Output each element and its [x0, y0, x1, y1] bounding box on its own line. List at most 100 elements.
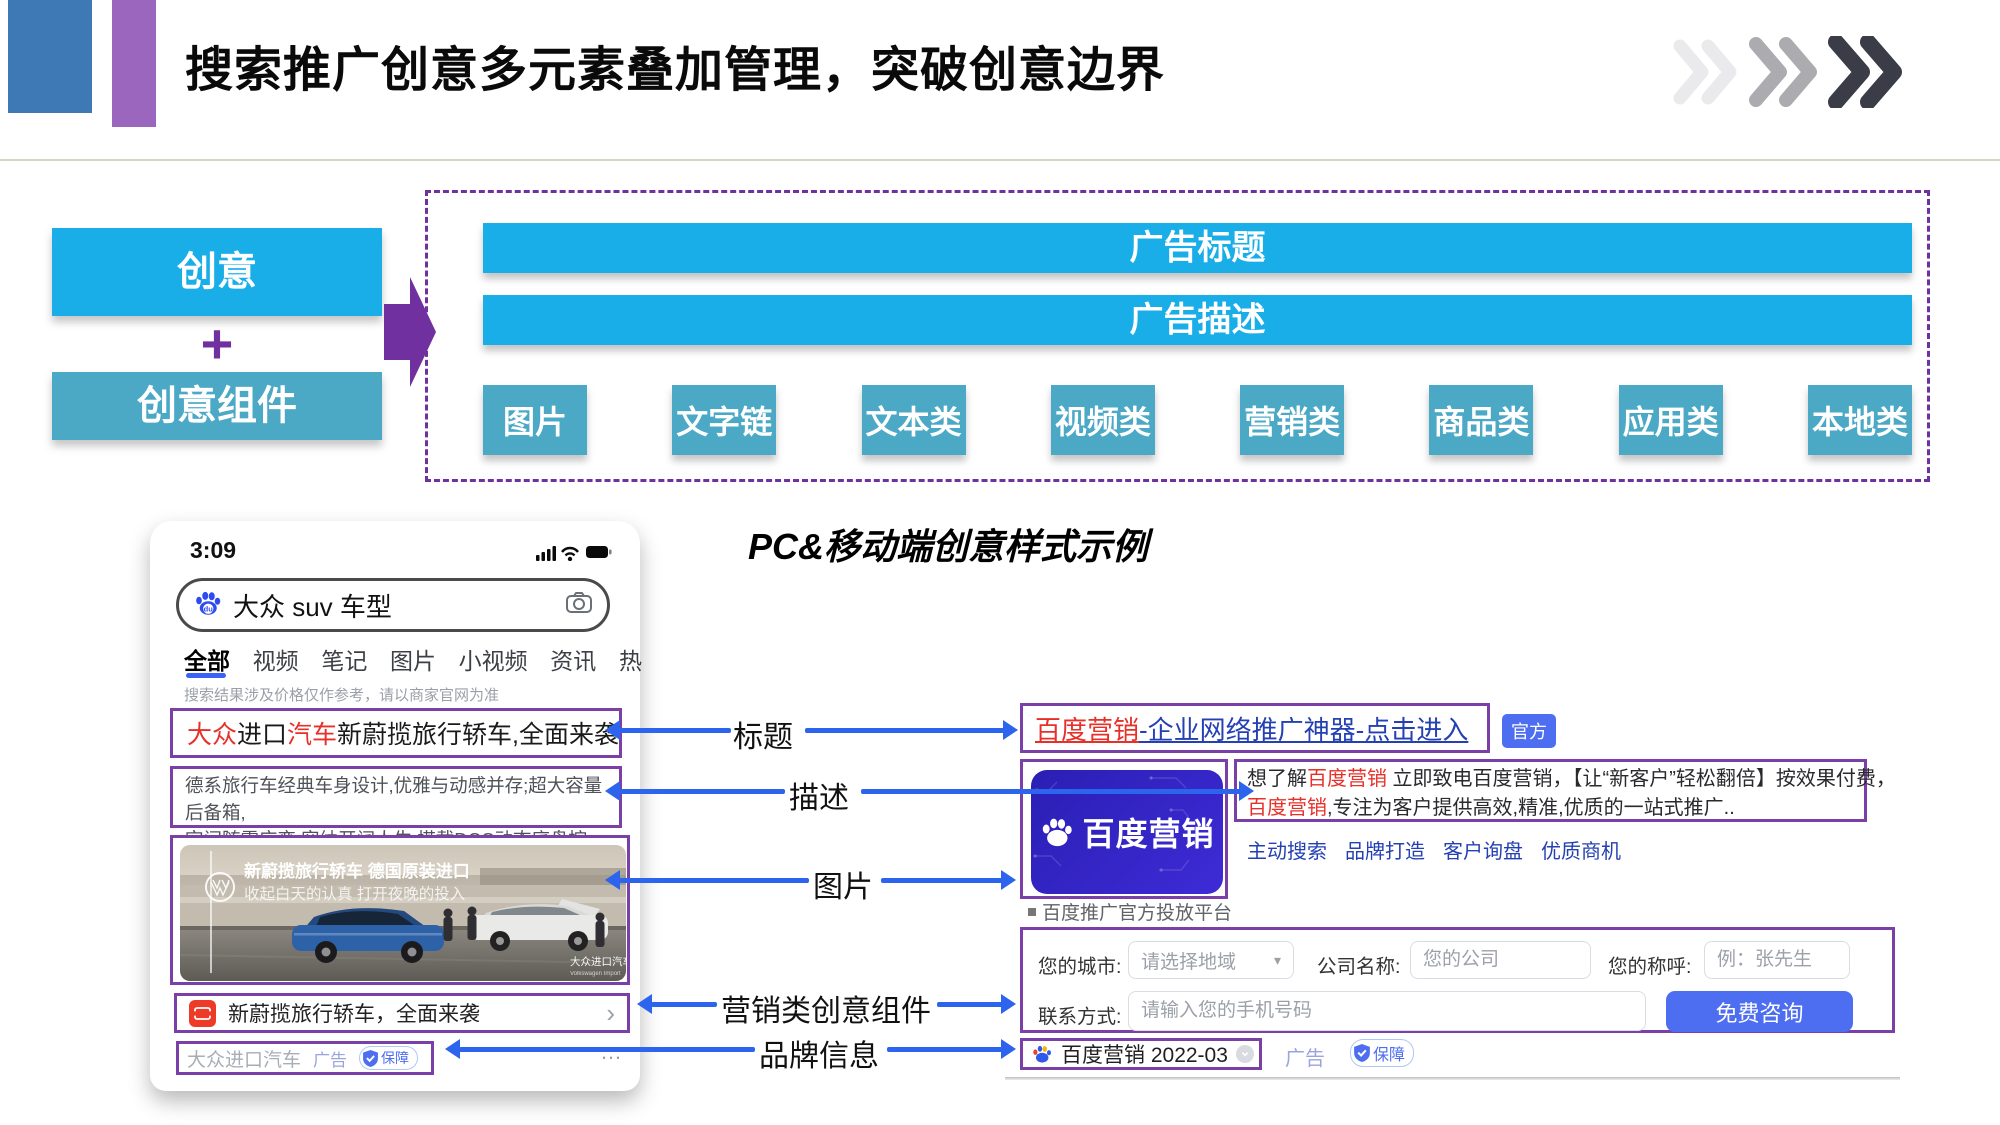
component-type-row: 图片 文字链 文本类 视频类 营销类 商品类 应用类 本地类	[483, 385, 1912, 455]
pc-consult-form: 您的城市: 请选择地域 ▾ 公司名称: 您的称呼: 联系方式: 免费咨询	[1020, 927, 1895, 1033]
arrow-line	[881, 878, 1003, 883]
arrowhead-right	[1001, 994, 1016, 1014]
ad-description-bar: 广告描述	[483, 295, 1912, 345]
official-badge: 官方	[1502, 714, 1556, 748]
title-text: 新蔚揽旅行轿车,全面来袭	[337, 715, 619, 751]
company-label: 公司名称:	[1317, 950, 1400, 979]
component-type-local: 本地类	[1808, 385, 1912, 455]
component-type-image: 图片	[483, 385, 587, 455]
keyword-highlight: 大众	[187, 715, 237, 751]
tab-notes[interactable]: 笔记	[321, 642, 367, 676]
battery-icon	[586, 546, 612, 558]
component-type-textlink: 文字链	[672, 385, 776, 455]
sublink-quality-leads[interactable]: 优质商机	[1541, 835, 1621, 864]
signal-icon	[536, 546, 556, 561]
annotation-description: 描述	[789, 773, 849, 817]
decoration-purple-bar	[112, 0, 156, 127]
mobile-mockup: 3:09	[150, 521, 640, 1091]
search-query[interactable]: 大众 suv 车型	[233, 587, 565, 624]
pc-mockup: 百度营销-企业网络推广神器-点击进入 官方	[1005, 695, 1900, 1081]
baidu-paw-icon	[1039, 814, 1075, 850]
baidu-paw-icon	[1031, 1043, 1053, 1065]
header-divider	[0, 159, 2000, 161]
wifi-icon	[562, 548, 578, 556]
active-tab-underline	[186, 673, 226, 678]
mobile-ad-title[interactable]: 大众进口汽车新蔚揽旅行轿车,全面来袭	[170, 708, 622, 758]
ad-title-bar: 广告标题	[483, 223, 1912, 273]
arrowhead-right	[1239, 781, 1254, 801]
tab-images[interactable]: 图片	[390, 642, 436, 676]
arrowhead-right	[1001, 1039, 1016, 1059]
pc-ad-image-box[interactable]: 百度营销	[1020, 759, 1228, 899]
arrow-line	[619, 728, 731, 733]
pc-title-link[interactable]: -企业网络推广神器-点击进入	[1139, 710, 1468, 747]
city-select-value: 请选择地域	[1141, 947, 1236, 974]
phone-input[interactable]	[1128, 991, 1646, 1031]
svg-text:收起白天的认真 打开夜晚的投入: 收起白天的认真 打开夜晚的投入	[244, 885, 465, 903]
sublink-customer-inquiry[interactable]: 客户询盘	[1443, 835, 1523, 864]
svg-text:du: du	[204, 604, 214, 613]
ad-tag: 广告	[1285, 1042, 1325, 1071]
sublink-active-search[interactable]: 主动搜索	[1247, 835, 1327, 864]
sublink-brand-building[interactable]: 品牌打造	[1345, 835, 1425, 864]
creative-elements-panel: 广告标题 广告描述 图片 文字链 文本类 视频类 营销类 商品类 应用类 本地类	[425, 190, 1930, 482]
arrowhead-left	[605, 720, 620, 740]
dropdown-circle-icon[interactable]	[1236, 1045, 1254, 1063]
forward-chevron-icon[interactable]: ›	[606, 1003, 615, 1023]
triple-chevron-icon	[1672, 36, 1904, 113]
svg-text:Volkswagen Import: Volkswagen Import	[570, 971, 621, 977]
tab-hot[interactable]: 热	[619, 642, 642, 676]
search-input[interactable]: du 大众 suv 车型	[176, 578, 610, 632]
name-label: 您的称呼:	[1608, 950, 1691, 979]
car-ad-image: 新蔚揽旅行轿车 德国原装进口 收起白天的认真 打开夜晚的投入	[180, 845, 626, 981]
component-type-marketing: 营销类	[1240, 385, 1344, 455]
free-consult-button[interactable]: 免费咨询	[1666, 991, 1853, 1032]
arrow-line	[861, 789, 1241, 794]
component-type-app: 应用类	[1619, 385, 1723, 455]
brand-name: 百度营销 2022-03	[1061, 1039, 1228, 1069]
decoration-blue-square	[8, 0, 92, 113]
component-type-text: 文本类	[862, 385, 966, 455]
square-bullet-icon	[1028, 908, 1036, 916]
arrow-line	[887, 1047, 1003, 1052]
company-input[interactable]	[1410, 941, 1591, 979]
city-select[interactable]: 请选择地域 ▾	[1128, 941, 1294, 979]
city-label: 您的城市:	[1038, 950, 1121, 979]
shield-check-icon	[363, 1050, 378, 1067]
tab-video[interactable]: 视频	[253, 642, 299, 676]
platform-note: 百度推广官方投放平台	[1028, 898, 1232, 925]
pc-mockup-bottom-edge	[1005, 1077, 1900, 1080]
result-tabs: 全部 视频 笔记 图片 小视频 资讯 热	[184, 642, 642, 676]
ad-tag: 广告	[313, 1046, 347, 1071]
arrowhead-left	[605, 781, 620, 801]
component-type-product: 商品类	[1429, 385, 1533, 455]
arrow-line	[651, 1002, 717, 1007]
pc-ad-description: 想了解百度营销 立即致电百度营销，【让“新客户”轻松翻倍】按效果付费， 百度营销…	[1234, 759, 1867, 822]
mobile-ad-description: 德系旅行车经典车身设计,优雅与动感并存;超大容量后备箱, 空间随需应变,容纳开阔…	[170, 766, 622, 828]
tab-all[interactable]: 全部	[184, 642, 230, 676]
pc-sublinks: 主动搜索 品牌打造 客户询盘 优质商机	[1247, 835, 1621, 864]
arrowhead-right	[1003, 720, 1018, 740]
platform-note-text: 百度推广官方投放平台	[1042, 898, 1232, 925]
brand-name: 大众进口汽车	[187, 1045, 301, 1072]
guarantee-badge: 保障	[359, 1046, 418, 1070]
section-label: PC&移动端创意样式示例	[748, 518, 1148, 570]
arrow-line	[619, 789, 785, 794]
annotation-marketing-component: 营销类创意组件	[721, 986, 931, 1030]
svg-text:大众进口汽车: 大众进口汽车	[570, 955, 626, 968]
pc-ad-title[interactable]: 百度营销-企业网络推广神器-点击进入	[1020, 703, 1490, 753]
title-text: 进口	[237, 715, 287, 751]
mobile-marketing-component[interactable]: 新蔚揽旅行轿车，全面来袭 ›	[174, 993, 630, 1033]
description-line: 德系旅行车经典车身设计,优雅与动感并存;超大容量后备箱,	[185, 772, 607, 826]
more-options-icon[interactable]: …	[600, 1039, 624, 1065]
tab-news[interactable]: 资讯	[550, 642, 596, 676]
mobile-ad-image-box[interactable]: 新蔚揽旅行轿车 德国原装进口 收起白天的认真 打开夜晚的投入	[170, 835, 630, 985]
arrowhead-right	[1001, 870, 1016, 890]
name-input[interactable]	[1704, 941, 1850, 979]
marketing-text: 新蔚揽旅行轿车，全面来袭	[228, 998, 606, 1028]
tab-shortvideo[interactable]: 小视频	[459, 642, 528, 676]
camera-icon[interactable]	[565, 591, 593, 620]
slide: 搜索推广创意多元素叠加管理，突破创意边界 创意 + 创意组件 广告标题 广告描述…	[0, 0, 2000, 1125]
keyword-highlight[interactable]: 百度营销	[1035, 710, 1139, 747]
component-type-video: 视频类	[1051, 385, 1155, 455]
